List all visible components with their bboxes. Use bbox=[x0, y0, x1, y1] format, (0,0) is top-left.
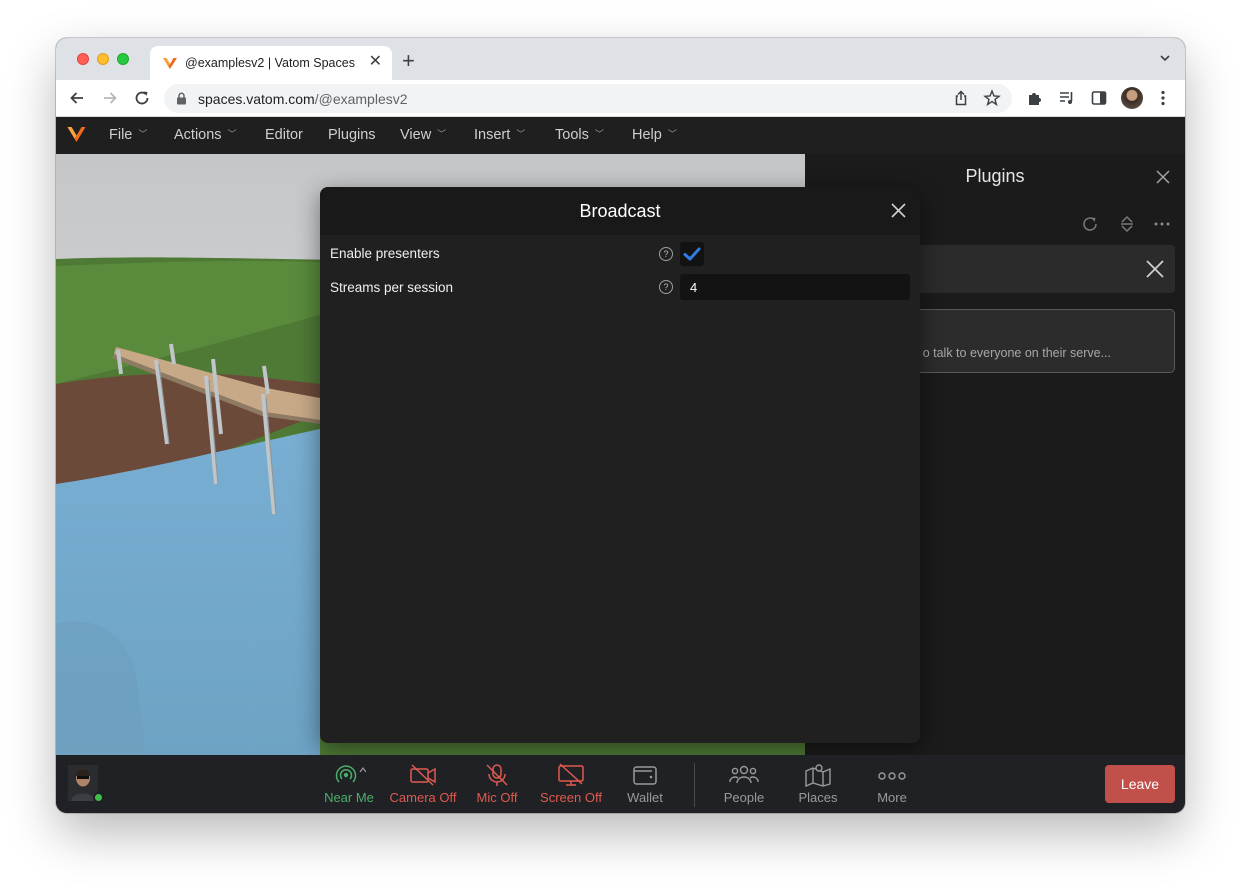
places-label: Places bbox=[798, 790, 838, 805]
menu-plugins[interactable]: Plugins bbox=[328, 127, 376, 143]
vatom-favicon-icon bbox=[163, 58, 177, 69]
maximize-window-button[interactable] bbox=[117, 53, 129, 65]
people-button[interactable]: People bbox=[704, 763, 784, 805]
enable-presenters-label: Enable presenters bbox=[330, 246, 440, 261]
lock-icon bbox=[177, 92, 186, 105]
streams-per-session-input[interactable] bbox=[680, 274, 910, 300]
menu-help-label: Help bbox=[632, 127, 662, 143]
app-menu-bar: File ﹀ Actions ﹀ Editor Plugins View ﹀ Inse… bbox=[56, 117, 1185, 154]
more-button[interactable]: More bbox=[852, 763, 932, 805]
refresh-icon[interactable] bbox=[1080, 214, 1100, 234]
menu-view[interactable]: View ﹀ bbox=[400, 127, 446, 143]
reload-icon[interactable] bbox=[133, 89, 151, 107]
camera-off-icon bbox=[410, 764, 436, 786]
menu-help[interactable]: Help ﹀ bbox=[632, 127, 677, 143]
tab-strip: @examplesv2 | Vatom Spaces ✕ + bbox=[56, 38, 1185, 80]
kebab-menu-icon[interactable] bbox=[1154, 89, 1172, 107]
chevron-down-icon: ﹀ bbox=[516, 129, 526, 139]
screen-off-icon bbox=[558, 763, 584, 786]
more-dots-icon bbox=[878, 772, 906, 780]
url-path: /@examplesv2 bbox=[314, 91, 408, 107]
sort-icon[interactable] bbox=[1118, 214, 1136, 234]
more-options-icon[interactable] bbox=[1153, 214, 1171, 234]
plugins-panel-title: Plugins bbox=[965, 166, 1025, 186]
menu-tools-label: Tools bbox=[555, 127, 589, 143]
menu-editor[interactable]: Editor bbox=[265, 127, 303, 143]
more-label: More bbox=[877, 790, 907, 805]
chevron-down-icon: ﹀ bbox=[227, 129, 237, 139]
map-icon bbox=[805, 764, 831, 787]
media-queue-icon[interactable] bbox=[1058, 89, 1076, 107]
browser-toolbar: spaces.vatom.com/@examplesv2 bbox=[56, 80, 1185, 117]
camera-off-label: Camera Off bbox=[389, 790, 457, 805]
close-window-button[interactable] bbox=[77, 53, 89, 65]
dialog-title: Broadcast bbox=[579, 201, 661, 221]
forward-arrow-icon[interactable] bbox=[101, 89, 119, 107]
menu-view-label: View bbox=[400, 127, 432, 143]
menu-file-label: File bbox=[109, 127, 133, 143]
wallet-label: Wallet bbox=[627, 790, 663, 805]
back-arrow-icon[interactable] bbox=[68, 89, 86, 107]
chevron-down-icon: ﹀ bbox=[594, 129, 604, 139]
broadcast-settings-dialog: Broadcast Enable presenters ? Streams pe… bbox=[320, 187, 920, 743]
mic-off-label: Mic Off bbox=[476, 790, 518, 805]
enable-presenters-checkbox[interactable] bbox=[680, 242, 704, 266]
close-icon[interactable] bbox=[1155, 169, 1171, 185]
camera-off-button[interactable]: Camera Off bbox=[383, 763, 463, 805]
bottom-toolbar: Near Me Camera Off Mic Off Screen Off Wa… bbox=[56, 755, 1185, 813]
menu-actions[interactable]: Actions ﹀ bbox=[174, 127, 237, 143]
browser-window: @examplesv2 | Vatom Spaces ✕ + spaces.va… bbox=[56, 38, 1185, 813]
vatom-logo-icon[interactable] bbox=[67, 126, 86, 143]
menu-actions-label: Actions bbox=[174, 127, 222, 143]
clear-search-icon[interactable] bbox=[1145, 259, 1165, 279]
people-icon bbox=[729, 765, 759, 784]
menu-insert[interactable]: Insert ﹀ bbox=[474, 127, 525, 143]
near-me-label: Near Me bbox=[324, 790, 374, 805]
chevron-down-icon: ﹀ bbox=[437, 129, 447, 139]
menu-plugins-label: Plugins bbox=[328, 127, 376, 143]
url-host: spaces.vatom.com bbox=[198, 91, 315, 107]
tab-close-icon[interactable]: ✕ bbox=[369, 53, 382, 71]
checkmark-icon bbox=[683, 247, 701, 261]
bookmark-star-icon[interactable] bbox=[983, 89, 1001, 107]
menu-insert-label: Insert bbox=[474, 127, 511, 143]
dialog-header: Broadcast bbox=[320, 187, 920, 235]
wallet-button[interactable]: Wallet bbox=[605, 763, 685, 805]
tab-title: @examplesv2 | Vatom Spaces bbox=[185, 56, 355, 70]
leave-button[interactable]: Leave bbox=[1105, 765, 1175, 803]
url-text: spaces.vatom.com/@examplesv2 bbox=[198, 91, 408, 107]
chevron-down-icon: ﹀ bbox=[667, 129, 677, 139]
mic-off-icon bbox=[486, 764, 508, 786]
menu-editor-label: Editor bbox=[265, 127, 303, 143]
extensions-puzzle-icon[interactable] bbox=[1026, 89, 1044, 107]
new-tab-plus-icon[interactable]: + bbox=[402, 50, 415, 72]
address-bar[interactable]: spaces.vatom.com/@examplesv2 bbox=[164, 84, 1012, 113]
profile-avatar[interactable] bbox=[1121, 87, 1143, 109]
streams-per-session-label: Streams per session bbox=[330, 280, 454, 295]
wallet-icon bbox=[633, 766, 657, 785]
screen-off-label: Screen Off bbox=[540, 790, 602, 805]
side-panel-icon[interactable] bbox=[1090, 89, 1108, 107]
help-icon[interactable]: ? bbox=[659, 280, 673, 294]
menu-tools[interactable]: Tools ﹀ bbox=[555, 127, 604, 143]
share-icon[interactable] bbox=[952, 89, 970, 107]
chevron-down-icon: ﹀ bbox=[138, 129, 148, 139]
help-icon[interactable]: ? bbox=[659, 247, 673, 261]
mic-off-button[interactable]: Mic Off bbox=[457, 763, 537, 805]
near-me-icon bbox=[335, 765, 366, 783]
near-me-button[interactable]: Near Me bbox=[309, 763, 389, 805]
menu-file[interactable]: File ﹀ bbox=[109, 127, 147, 143]
tab-search-chevron-icon[interactable] bbox=[1159, 52, 1171, 64]
online-status-dot bbox=[93, 792, 104, 803]
toolbar-divider bbox=[694, 763, 695, 807]
people-label: People bbox=[723, 790, 765, 805]
browser-tab-active[interactable]: @examplesv2 | Vatom Spaces ✕ bbox=[150, 46, 392, 80]
close-icon[interactable] bbox=[890, 202, 907, 219]
minimize-window-button[interactable] bbox=[97, 53, 109, 65]
screen-off-button[interactable]: Screen Off bbox=[531, 763, 611, 805]
places-button[interactable]: Places bbox=[778, 763, 858, 805]
